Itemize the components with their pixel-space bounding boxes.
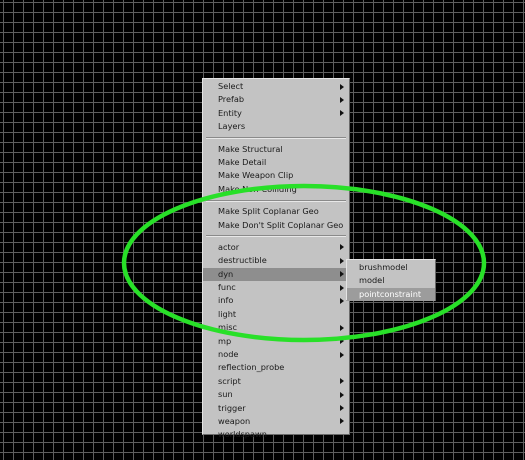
menu-separator xyxy=(206,235,346,238)
menu-item-label: worldspawn xyxy=(218,429,267,440)
submenu-arrow-icon xyxy=(340,297,344,304)
menu-item-label: actor xyxy=(218,241,240,252)
submenu-arrow-icon xyxy=(340,338,344,345)
menu-item-light[interactable]: light xyxy=(203,308,349,321)
menu-item-mp[interactable]: mp xyxy=(203,335,349,348)
menu-item-label: light xyxy=(218,308,237,319)
menu-item-make-detail[interactable]: Make Detail xyxy=(203,156,349,169)
menu-item-make-split-coplanar-geo[interactable]: Make Split Coplanar Geo xyxy=(203,205,349,218)
menu-item-label: Make Don't Split Coplanar Geo xyxy=(218,219,344,230)
menu-item-entity[interactable]: Entity xyxy=(203,107,349,120)
menu-item-make-structural[interactable]: Make Structural xyxy=(203,143,349,156)
menu-item-trigger[interactable]: trigger xyxy=(203,402,349,415)
menu-item-label: destructible xyxy=(218,255,267,266)
menu-item-make-non-colliding[interactable]: Make Non-Colliding xyxy=(203,183,349,196)
menu-item-label: reflection_probe xyxy=(218,362,285,373)
menu-item-label: weapon xyxy=(218,415,251,426)
menu-item-label: misc xyxy=(218,322,238,333)
menu-item-info[interactable]: info xyxy=(203,294,349,307)
menu-item-func[interactable]: func xyxy=(203,281,349,294)
dyn-submenu: brushmodel model pointconstraint xyxy=(346,259,436,302)
menu-item-make-don-t-split-coplanar-geo[interactable]: Make Don't Split Coplanar Geo xyxy=(203,219,349,232)
menu-separator xyxy=(206,137,346,140)
menu-item-label: sun xyxy=(218,389,233,400)
menu-item-select[interactable]: Select xyxy=(203,80,349,93)
submenu-arrow-icon xyxy=(340,405,344,412)
menu-item-worldspawn[interactable]: worldspawn xyxy=(203,428,349,441)
menu-item-label: model xyxy=(359,275,385,286)
menu-item-label: trigger xyxy=(218,402,246,413)
menu-item-label: dyn xyxy=(218,268,234,279)
submenu-arrow-icon xyxy=(340,257,344,264)
submenu-arrow-icon xyxy=(340,378,344,385)
menu-item-label: Prefab xyxy=(218,94,245,105)
menu-item-prefab[interactable]: Prefab xyxy=(203,93,349,106)
menu-item-node[interactable]: node xyxy=(203,348,349,361)
submenu-arrow-icon xyxy=(340,351,344,358)
menu-item-label: node xyxy=(218,349,239,360)
menu-item-misc[interactable]: misc xyxy=(203,321,349,334)
menu-item-label: Select xyxy=(218,81,244,91)
menu-item-label: Make Detail xyxy=(218,156,267,167)
menu-item-dyn[interactable]: dyn xyxy=(203,267,349,282)
submenu-arrow-icon xyxy=(340,391,344,398)
menu-separator xyxy=(206,199,346,202)
submenu-arrow-icon xyxy=(340,324,344,331)
menu-item-label: Layers xyxy=(218,121,246,132)
menu-item-label: mp xyxy=(218,335,232,346)
context-menu: Select Prefab Entity Layers Make Structural M… xyxy=(202,78,350,439)
menu-item-label: info xyxy=(218,295,234,306)
submenu-arrow-icon xyxy=(340,83,344,90)
menu-item-brushmodel[interactable]: brushmodel xyxy=(347,261,435,274)
menu-item-label: pointconstraint xyxy=(359,288,422,299)
menu-item-label: Entity xyxy=(218,107,242,118)
menu-item-destructible[interactable]: destructible xyxy=(203,254,349,267)
menu-item-weapon[interactable]: weapon xyxy=(203,415,349,428)
submenu-arrow-icon xyxy=(340,284,344,291)
menu-item-layers[interactable]: Layers xyxy=(203,120,349,133)
menu-item-label: script xyxy=(218,375,241,386)
menu-item-label: Make Weapon Clip xyxy=(218,170,294,181)
submenu-arrow-icon xyxy=(340,244,344,251)
menu-item-sun[interactable]: sun xyxy=(203,388,349,401)
menu-item-model[interactable]: model xyxy=(347,274,435,287)
submenu-arrow-icon xyxy=(340,110,344,117)
menu-item-make-weapon-clip[interactable]: Make Weapon Clip xyxy=(203,169,349,182)
menu-item-pointconstraint[interactable]: pointconstraint xyxy=(347,287,435,302)
menu-item-label: brushmodel xyxy=(359,262,408,272)
menu-item-actor[interactable]: actor xyxy=(203,241,349,254)
menu-item-label: func xyxy=(218,282,236,293)
submenu-arrow-icon xyxy=(340,271,344,278)
submenu-arrow-icon xyxy=(340,418,344,425)
menu-item-script[interactable]: script xyxy=(203,375,349,388)
menu-item-label: Make Split Coplanar Geo xyxy=(218,206,319,217)
menu-item-label: Make Non-Colliding xyxy=(218,183,297,194)
menu-item-reflection-probe[interactable]: reflection_probe xyxy=(203,361,349,374)
submenu-arrow-icon xyxy=(340,96,344,103)
menu-item-label: Make Structural xyxy=(218,143,283,154)
